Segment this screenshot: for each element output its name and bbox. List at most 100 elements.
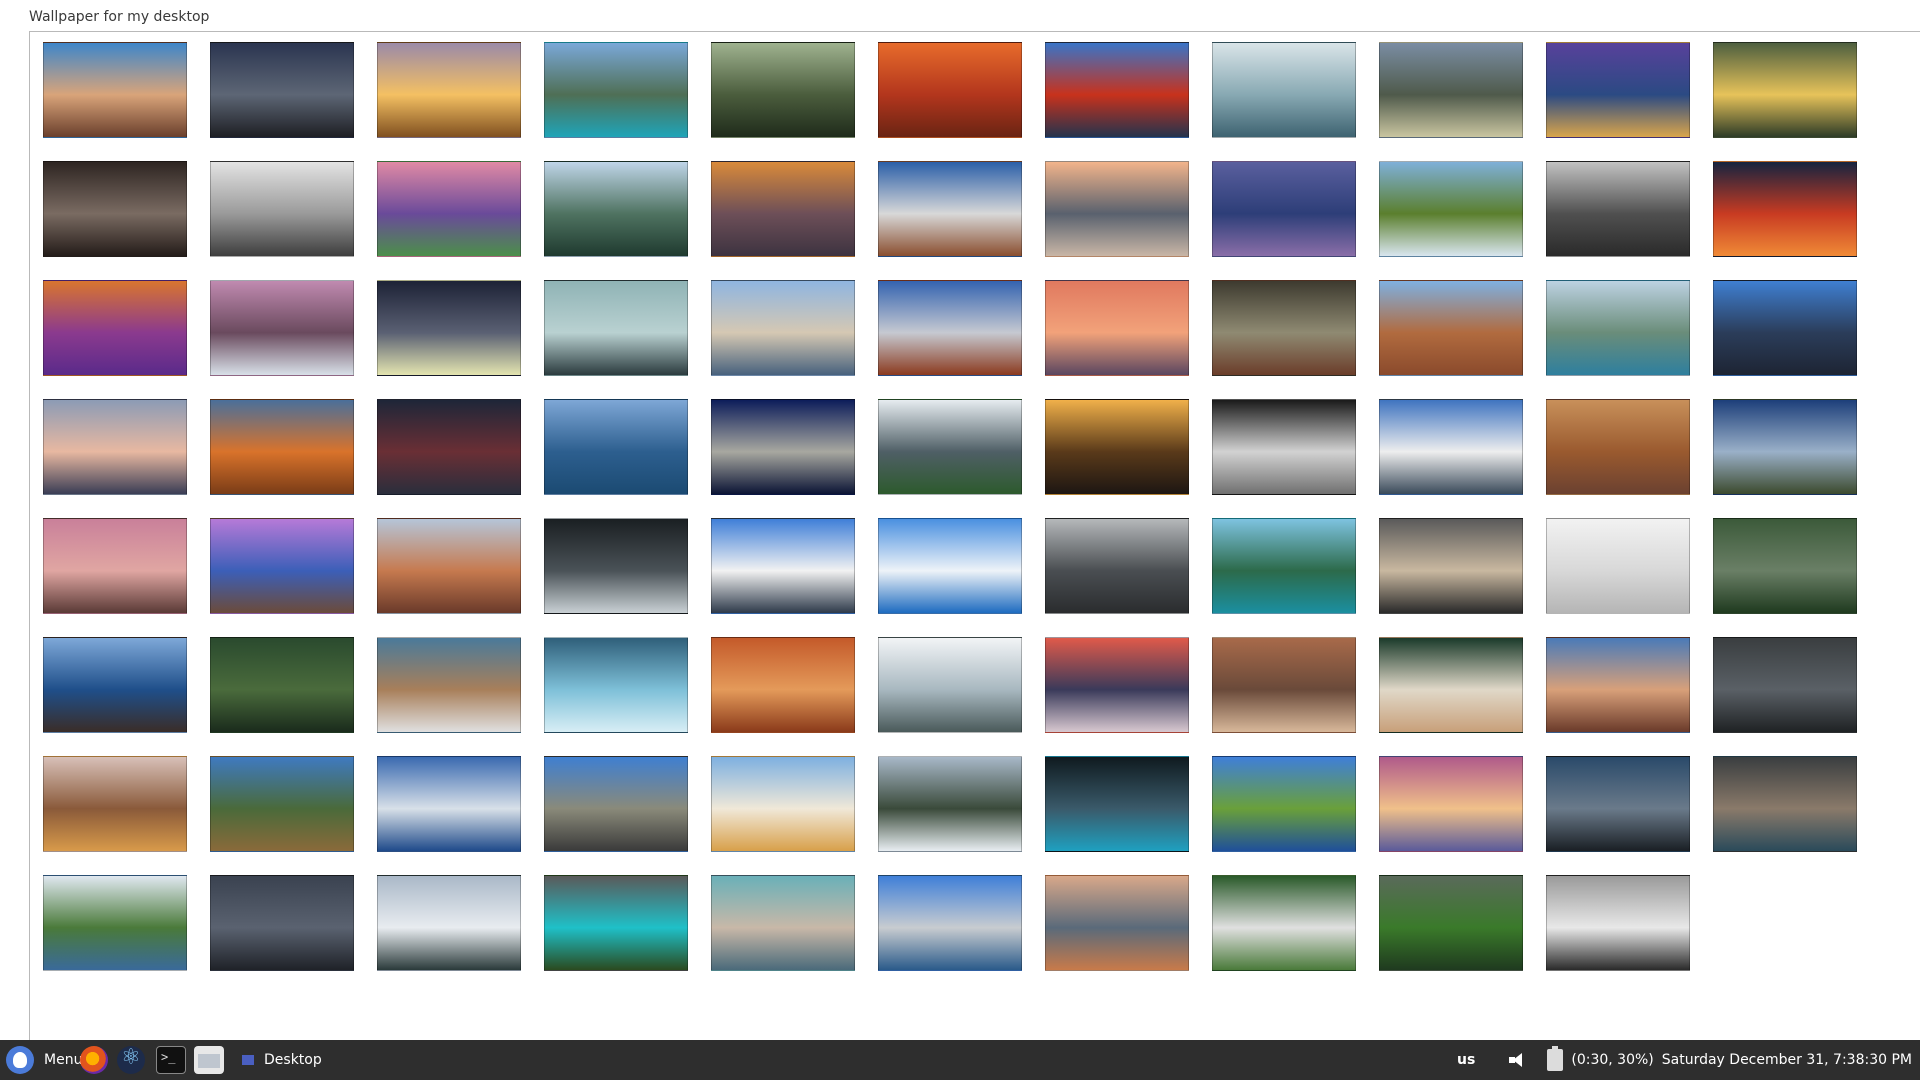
wallpaper-thumbnail-misty-green-mountains[interactable] [878,399,1022,495]
wallpaper-thumbnail-vintage-propeller[interactable] [377,280,521,376]
wallpaper-thumbnail-storm-clouds-rock[interactable] [1212,280,1356,376]
wallpaper-thumbnail-red-rock-canyon[interactable] [711,637,855,733]
wallpaper-thumbnail-misty-lake-reflection[interactable] [544,637,688,733]
wallpaper-thumbnail-forest-bridge-aerial[interactable] [1713,518,1857,614]
wallpaper-thumbnail-half-dome-sunset[interactable] [377,518,521,614]
wallpaper-thumbnail-dark-red-mountains[interactable] [377,399,521,495]
wallpaper-thumbnail-mars-rover-desert[interactable] [1546,399,1690,495]
clock[interactable]: Saturday December 31, 7:38:30 PM [1662,1052,1912,1068]
wallpaper-thumbnail-golden-gate-fog[interactable] [1045,518,1189,614]
wallpaper-thumbnail-snowy-rocks-lake[interactable] [878,875,1022,971]
taskbar-item-desktop[interactable]: Desktop [234,1040,434,1080]
wallpaper-thumbnail-green-valley-clouds[interactable] [1379,875,1523,971]
wallpaper-thumbnail-drone-pink-sky[interactable] [1045,280,1189,376]
wallpaper-thumbnail-green-headland-sea[interactable] [210,756,354,852]
wallpaper-thumbnail-golden-field-sunset[interactable] [377,42,521,138]
wallpaper-thumbnail-sunbeam-mountain-valley[interactable] [1713,42,1857,138]
wallpaper-thumbnail-misty-waterfall-cliffs[interactable] [210,280,354,376]
wallpaper-thumbnail-mountain-road[interactable] [544,756,688,852]
volume-icon[interactable] [1509,1052,1527,1068]
wallpaper-thumbnail-turquoise-mountain-lake[interactable] [544,42,688,138]
wallpaper-thumbnail-bryce-canyon-hoodoos[interactable] [1379,280,1523,376]
wallpaper-thumbnail-tree-silhouette-sunset[interactable] [1045,399,1189,495]
wallpaper-thumbnail-crashing-waves-rocks[interactable] [43,637,187,733]
wallpaper-thumbnail-green-sea-cliffs[interactable] [43,875,187,971]
wallpaper-thumbnail-cable-car-fog[interactable] [1546,518,1690,614]
wallpaper-thumbnail-lion-portrait-dark[interactable] [43,161,187,257]
firefox-icon[interactable] [80,1046,108,1074]
wallpaper-thumbnail-winter-mountain-sunrise[interactable] [1379,756,1523,852]
wallpaper-thumbnail-mountain-lake-reflection[interactable] [711,875,855,971]
wallpaper-thumbnail-rocks-in-sea-bw[interactable] [1546,161,1690,257]
desktop-window-icon [242,1055,254,1065]
wallpaper-thumbnail-snowy-alps-sky[interactable] [711,518,855,614]
wallpaper-thumbnail-grand-canyon-purple[interactable] [43,280,187,376]
system-tray: us (0:30, 30%) Saturday December 31, 7:3… [1457,1040,1912,1080]
wallpaper-thumbnail-train-in-snow-night[interactable] [1045,756,1189,852]
wallpaper-thumbnail-fjord-sunrays[interactable] [544,161,688,257]
wallpaper-thumbnail-night-tree-roots[interactable] [210,42,354,138]
wallpaper-thumbnail-lake-pier-mountains[interactable] [544,399,688,495]
wallpaper-thumbnail-roaring-lion-bw[interactable] [1379,518,1523,614]
wallpaper-thumbnail-orange-volcano-haze[interactable] [711,161,855,257]
wallpaper-thumbnail-dark-city-skyline[interactable] [1713,637,1857,733]
wallpaper-thumbnail-wind-turbine-moon[interactable] [377,756,521,852]
wallpaper-thumbnail-yosemite-valley-mist[interactable] [1379,42,1523,138]
wallpaper-thumbnail-wide-snowy-mountains[interactable] [711,280,855,376]
wallpaper-thumbnail-plane-wreck-bw[interactable] [210,161,354,257]
wallpaper-thumbnail-city-skyline-sunset[interactable] [1045,161,1189,257]
wallpaper-thumbnail-alpine-lake-blue[interactable] [1212,756,1356,852]
wallpaper-thumbnail-dense-pine-forest[interactable] [210,637,354,733]
battery-status: (0:30, 30%) [1571,1052,1654,1068]
wallpaper-thumbnail-volcanic-crater-valley[interactable] [43,756,187,852]
wallpaper-thumbnail-misty-forest[interactable] [711,42,855,138]
wallpaper-thumbnail-lunar-surface-lander[interactable] [1212,399,1356,495]
wallpaper-thumbnail-boat-on-calm-sea[interactable] [544,280,688,376]
wallpaper-thumbnail-vintage-car-steering[interactable] [377,637,521,733]
wallpaper-thumbnail-autumn-red-trees[interactable] [878,42,1022,138]
wallpaper-thumbnail-giants-causeway-stones[interactable] [1546,756,1690,852]
wallpaper-thumbnail-sea-cliffs-dark[interactable] [1713,756,1857,852]
wallpaper-thumbnail-coastal-rocks-sunset[interactable] [1546,637,1690,733]
atom-icon[interactable] [117,1045,145,1074]
wallpaper-thumbnail-purple-sunset-coast[interactable] [377,161,521,257]
wallpaper-thumbnail-wooden-pier-purple[interactable] [210,518,354,614]
wallpaper-thumbnail-pebble-beach-sunset[interactable] [43,518,187,614]
wallpaper-thumbnail-clouds-sea-horizon[interactable] [878,518,1022,614]
wallpaper-thumbnail-snowy-road-forest[interactable] [878,756,1022,852]
wallpaper-thumbnail-dark-rocky-shore[interactable] [210,875,354,971]
wallpaper-thumbnail-snowy-pine-lake[interactable] [1212,42,1356,138]
wallpaper-thumbnail-futuristic-city-towers[interactable] [1713,280,1857,376]
wallpaper-thumbnail-frozen-lake-mountains[interactable] [377,875,521,971]
wallpaper-thumbnail-zion-canyon-walls[interactable] [1212,637,1356,733]
wallpaper-thumbnail-orange-grass-lake[interactable] [210,399,354,495]
menu-button[interactable]: Menu [0,1040,82,1080]
wallpaper-thumbnail-red-sky-islands[interactable] [1713,161,1857,257]
wallpaper-thumbnail-matterhorn-sunset[interactable] [1045,637,1189,733]
wallpaper-thumbnail-glacial-lake-rocks[interactable] [1546,280,1690,376]
wallpaper-thumbnail-pier-sunset-calm[interactable] [1045,875,1189,971]
wallpaper-thumbnail-hot-air-balloon-lake[interactable] [1212,518,1356,614]
wallpaper-thumbnail-cn-tower-bw[interactable] [544,518,688,614]
wallpaper-thumbnail-purple-valley-dusk[interactable] [1212,161,1356,257]
wallpaper-thumbnail-waterfall-green-cliffs[interactable] [1379,161,1523,257]
wallpaper-thumbnail-el-capitan-night[interactable] [711,399,855,495]
wallpaper-thumbnail-railway-tracks-bw[interactable] [1546,875,1690,971]
wallpaper-thumbnail-rocket-launch[interactable] [711,756,855,852]
wallpaper-thumbnail-pastel-dusk-mountains[interactable] [43,399,187,495]
terminal-icon[interactable] [156,1046,186,1074]
wallpaper-thumbnail-city-lights-night[interactable] [1546,42,1690,138]
wallpaper-thumbnail-snowy-ridge-blue-sky[interactable] [1379,399,1523,495]
wallpaper-thumbnail-dramatic-clouds-hills[interactable] [878,280,1022,376]
keyboard-layout-indicator[interactable]: us [1457,1052,1475,1068]
wallpaper-thumbnail-snowy-peaks-reflection[interactable] [878,161,1022,257]
wallpaper-thumbnail-snowy-range-white-sky[interactable] [878,637,1022,733]
battery-icon[interactable] [1547,1046,1564,1071]
wallpaper-thumbnail-highland-river-night[interactable] [1713,399,1857,495]
wallpaper-thumbnail-green-waterfalls[interactable] [1212,875,1356,971]
wallpaper-thumbnail-aerial-beach-waves[interactable] [1379,637,1523,733]
wallpaper-thumbnail-turquoise-lake-wildflowers[interactable] [544,875,688,971]
file-manager-icon[interactable] [194,1046,224,1074]
wallpaper-thumbnail-red-autumn-lake[interactable] [1045,42,1189,138]
wallpaper-thumbnail-coastal-sunset-rocks[interactable] [43,42,187,138]
